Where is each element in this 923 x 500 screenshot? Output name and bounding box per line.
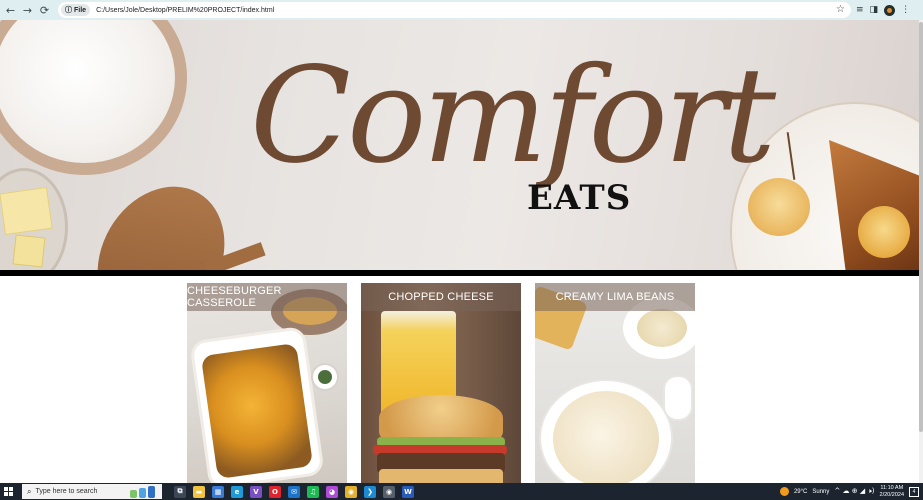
butter-cube-image [12,234,46,268]
taskbar-clock[interactable]: 11:10 AM 2/20/2024 [880,485,904,499]
task-view-icon[interactable]: ⧉ [174,485,186,498]
recipe-card-creamy-lima-beans[interactable]: CREAMY LIMA BEANS [535,283,695,483]
wooden-spoon-image [72,163,250,270]
start-button[interactable] [0,483,17,500]
system-tray: 29°C Sunny ^ ☁ ⊕ ◢ 🕨) 11:10 AM 2/20/2024… [779,483,919,500]
forward-icon[interactable]: → [19,0,36,20]
sandwich-bun-image [379,395,503,441]
profile-avatar[interactable] [884,4,896,16]
address-bar[interactable]: ⓘ File C:/Users/Jole/Desktop/PRELIM%20PR… [58,2,851,18]
recipe-card-title[interactable]: CREAMY LIMA BEANS [535,283,695,311]
recipe-card-title[interactable]: CHOPPED CHEESE [361,283,521,311]
logo-script-text: Comfort [250,39,776,193]
back-icon[interactable]: ← [2,0,19,20]
site-info-chip[interactable]: ⓘ File [61,4,91,16]
windows-taskbar: ⌕ Type here to search ⧉ ▬ ▦ e V O ✉ ♫ ◕ ◉ ❯ ◉ W 29°C… [0,483,923,500]
notification-center-button[interactable]: 4 [909,486,919,497]
taskbar-apps: ⧉ ▬ ▦ e V O ✉ ♫ ◕ ◉ ❯ ◉ W [174,485,414,498]
lima-bean-soup-image [553,391,659,483]
butter-block-image [0,186,53,236]
clock-time: 11:10 AM [880,484,904,491]
hero-banner: Comfort EATS [0,20,919,270]
clock-date: 2/20/2024 [879,491,904,498]
file-explorer-icon[interactable]: ▬ [193,485,205,498]
recipe-card-chopped-cheese[interactable]: CHOPPED CHEESE [361,283,521,483]
search-highlight-icon [130,485,158,498]
store-icon[interactable]: ▦ [212,485,224,498]
spotify-icon[interactable]: ♫ [307,485,319,498]
browser-right-tools: ≡ ◨ ⋮ [856,0,910,20]
tray-icons[interactable]: ^ ☁ ⊕ ◢ 🕨) [834,487,874,496]
search-icon: ⌕ [27,486,32,496]
recipe-card-title[interactable]: CHEESEBURGER CASSEROLE [187,283,347,311]
browser-menu-icon[interactable]: ⋮ [901,5,910,15]
site-info-label: File [74,6,87,14]
browser-toolbar: ← → ⟳ ⓘ File C:/Users/Jole/Desktop/PRELI… [0,0,923,20]
flour-bowl-image [0,20,187,175]
search-placeholder: Type here to search [35,488,98,495]
weather-sun-icon [779,487,789,496]
side-panel-icon[interactable]: ◨ [870,5,879,15]
vscode-icon[interactable]: ❯ [364,485,376,498]
recipe-card-cheeseburger-casserole[interactable]: CHEESEBURGER CASSEROLE [187,283,347,483]
page-scrollbar-thumb[interactable] [919,22,923,432]
messenger-icon[interactable]: ◕ [326,485,338,498]
reading-list-icon[interactable]: ≡ [856,5,864,15]
windows-logo-icon [4,487,13,496]
mail-icon[interactable]: ✉ [288,485,300,498]
url-text[interactable]: C:/Users/Jole/Desktop/PRELIM%20PROJECT/i… [96,7,274,14]
casserole-food-image [200,342,314,480]
chrome-icon[interactable]: ◉ [345,485,357,498]
logo-eats-text: EATS [527,178,632,218]
banner-divider [0,270,919,276]
reload-icon[interactable]: ⟳ [36,0,53,20]
edge-icon[interactable]: e [231,485,243,498]
visual-studio-icon[interactable]: V [250,485,262,498]
opera-icon[interactable]: O [269,485,281,498]
bookmark-star-icon[interactable]: ☆ [836,4,845,15]
word-icon[interactable]: W [402,485,414,498]
chrome-active-icon[interactable]: ◉ [383,485,395,498]
weather-temp[interactable]: 29°C [794,489,807,495]
weather-text[interactable]: Sunny [812,489,829,495]
baked-apple-image-2 [858,206,910,258]
info-icon: ⓘ [65,6,72,14]
herb-jar-image [311,363,339,391]
sandwich-bottom-bun [379,469,503,483]
